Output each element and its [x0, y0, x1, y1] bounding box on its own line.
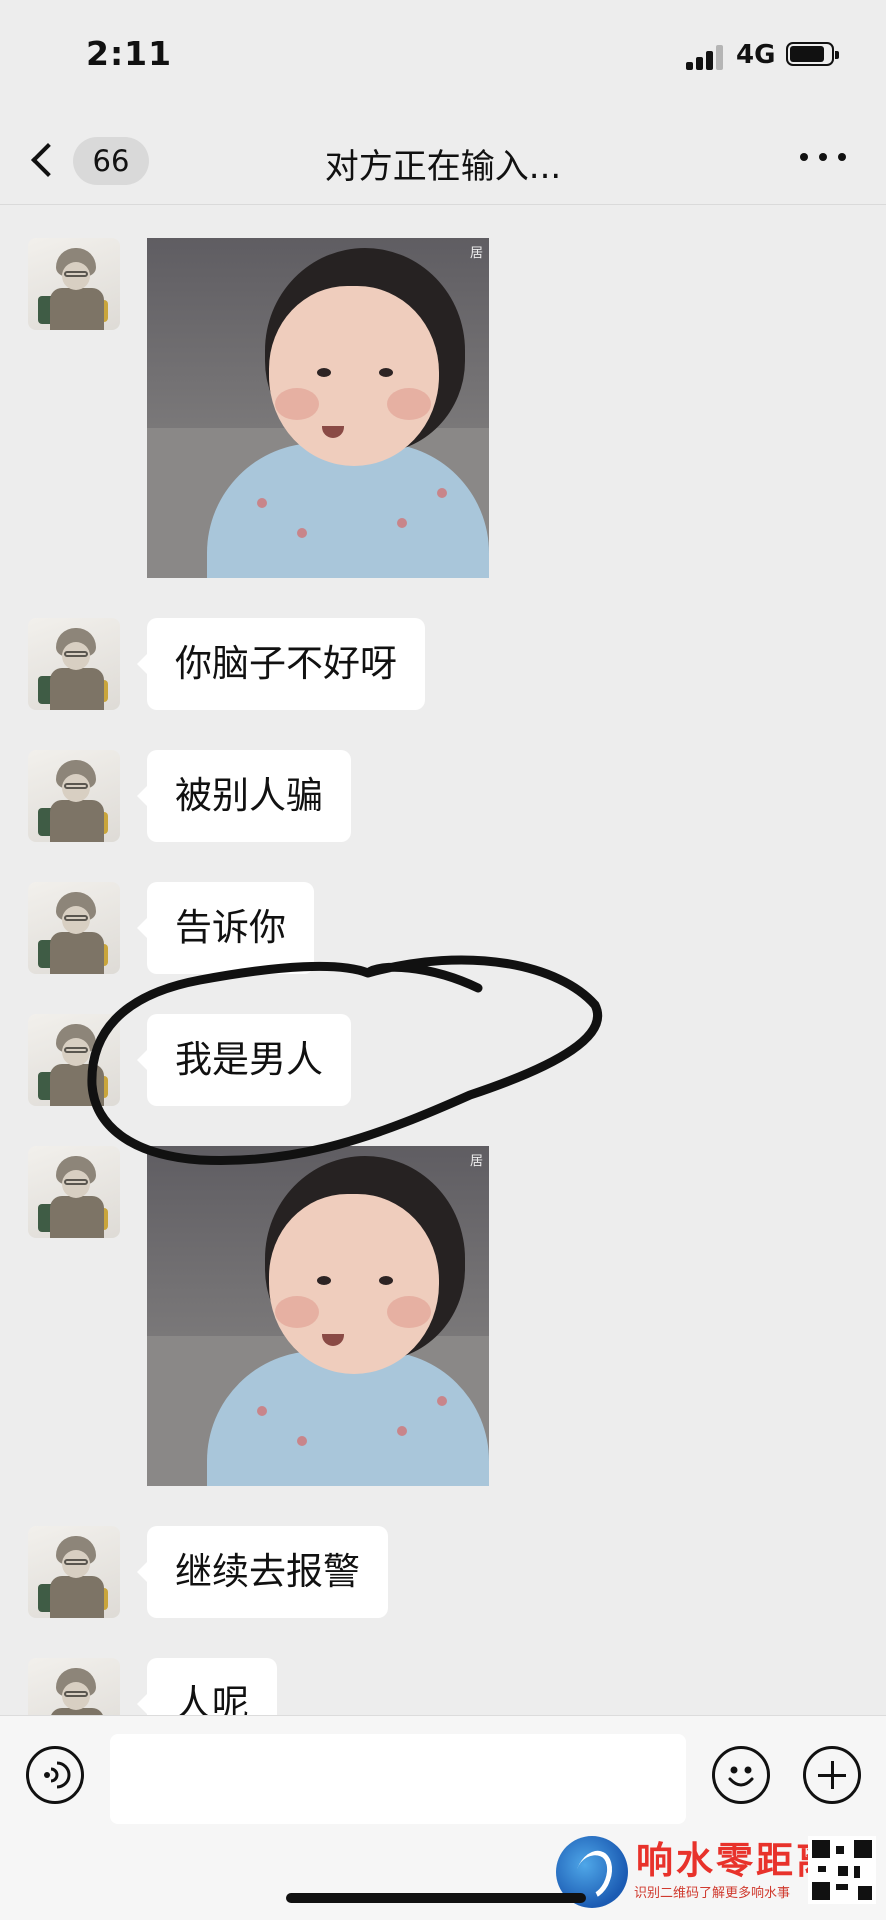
sticker-watermark: 居 [469, 246, 483, 261]
sticker-image[interactable]: 居 [147, 1146, 489, 1486]
text-message-bubble[interactable]: 继续去报警 [137, 1526, 388, 1618]
contact-avatar[interactable] [28, 618, 120, 710]
home-indicator[interactable] [286, 1893, 586, 1903]
network-type: 4G [736, 40, 776, 70]
text-message-bubble[interactable]: 被别人骗 [137, 750, 351, 842]
message-input[interactable] [110, 1734, 686, 1824]
text-message-bubble[interactable]: 人呢 [137, 1658, 277, 1715]
contact-avatar[interactable] [28, 1658, 120, 1715]
chat-title: 对方正在输入... [324, 147, 562, 187]
contact-avatar[interactable] [28, 1014, 120, 1106]
sticker-image[interactable]: 居 [147, 238, 489, 578]
contact-avatar[interactable] [28, 1146, 120, 1238]
watermark: 响水零距离 识别二维码了解更多响水事 [556, 1830, 886, 1920]
status-bar: 2:11 4G [0, 0, 886, 115]
watermark-title: 响水零距离 [636, 1838, 836, 1882]
signal-icon [686, 44, 726, 70]
text-message-bubble[interactable]: 我是男人 [137, 1014, 351, 1106]
sticker-watermark: 居 [469, 1154, 483, 1169]
contact-avatar[interactable] [28, 882, 120, 974]
chat-message-list[interactable]: 居 你脑子不好呀 被别人骗 告诉你 我是男人 居 继续去报警 人呢 [0, 205, 886, 1715]
chat-nav-bar: 66 对方正在输入... [0, 115, 886, 205]
text-message-bubble[interactable]: 告诉你 [137, 882, 314, 974]
battery-icon [786, 42, 839, 66]
status-time: 2:11 [86, 34, 173, 73]
qr-code-icon [808, 1836, 876, 1904]
text-message-bubble[interactable]: 你脑子不好呀 [137, 618, 425, 710]
emoji-icon[interactable] [712, 1746, 770, 1804]
more-dots-icon[interactable] [800, 151, 846, 165]
plus-icon[interactable] [803, 1746, 861, 1804]
contact-avatar[interactable] [28, 1526, 120, 1618]
voice-icon[interactable] [26, 1746, 84, 1804]
contact-avatar[interactable] [28, 750, 120, 842]
contact-avatar[interactable] [28, 238, 120, 330]
watermark-subtitle: 识别二维码了解更多响水事 [634, 1886, 791, 1901]
